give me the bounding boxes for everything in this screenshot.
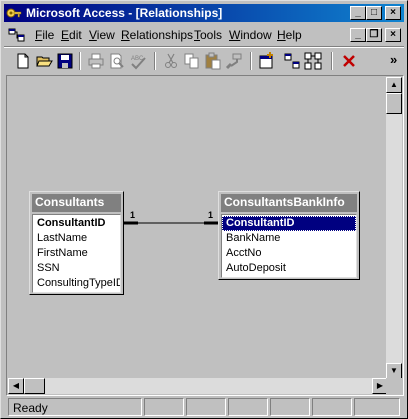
doc-close-button[interactable]: ×	[385, 28, 401, 42]
vertical-scroll-thumb[interactable]	[386, 93, 402, 114]
relationship-one-right: 1	[208, 210, 214, 220]
menu-relationships[interactable]: Relationships	[121, 28, 193, 42]
menu-help[interactable]: Help	[277, 28, 302, 42]
relationships-doc-icon[interactable]	[8, 27, 26, 43]
toolbar-separator	[79, 52, 81, 70]
menu-window[interactable]: Window	[229, 28, 272, 42]
field-list: ConsultantID BankName AcctNo AutoDeposit	[221, 214, 357, 278]
show-table-icon[interactable]	[258, 52, 276, 70]
field-item[interactable]: ConsultantID	[222, 216, 356, 231]
print-preview-icon[interactable]	[108, 52, 126, 70]
field-item[interactable]: ConsultantID	[33, 216, 120, 231]
toolbar-separator	[331, 52, 333, 70]
vertical-scrollbar[interactable]: ▲ ▼	[386, 77, 402, 379]
close-button[interactable]: ×	[385, 6, 401, 20]
field-item[interactable]: BankName	[222, 231, 356, 246]
relationships-workspace[interactable]: 1 1 Consultants ConsultantID LastName Fi…	[8, 77, 388, 379]
maximize-button[interactable]: □	[366, 6, 382, 20]
spelling-icon[interactable]: ABC	[129, 52, 147, 70]
status-panel	[228, 398, 268, 416]
status-text: Ready	[8, 398, 142, 416]
cut-icon[interactable]	[162, 52, 180, 70]
table-consultants[interactable]: Consultants ConsultantID LastName FirstN…	[29, 191, 124, 295]
show-direct-icon[interactable]	[283, 52, 301, 70]
title-bar[interactable]: Microsoft Access - [Relationships] _ □ ×	[4, 4, 404, 22]
menu-tools[interactable]: Tools	[194, 28, 222, 42]
copy-icon[interactable]	[183, 52, 201, 70]
field-item[interactable]: FirstName	[33, 246, 120, 261]
scrollbar-corner	[386, 378, 402, 394]
toolbar-separator	[154, 52, 156, 70]
horizontal-scroll-thumb[interactable]	[24, 378, 45, 394]
status-panel	[144, 398, 184, 416]
relationship-one-left: 1	[130, 210, 136, 220]
doc-restore-button[interactable]: ❐	[366, 28, 382, 42]
minimize-button[interactable]: _	[350, 6, 366, 20]
window-title: Microsoft Access - [Relationships]	[26, 6, 223, 20]
field-item[interactable]: LastName	[33, 231, 120, 246]
status-bar: Ready	[4, 398, 404, 416]
delete-icon[interactable]	[340, 52, 358, 70]
table-consultantsbankinfo[interactable]: ConsultantsBankInfo ConsultantID BankNam…	[218, 191, 360, 280]
status-panel	[312, 398, 352, 416]
access-key-icon	[6, 8, 22, 18]
open-icon[interactable]	[35, 52, 53, 70]
menu-bar: File Edit View Relationships Tools Windo…	[4, 24, 404, 46]
menu-edit[interactable]: Edit	[61, 28, 82, 42]
toolbar: ABC »	[4, 49, 404, 73]
table-title[interactable]: ConsultantsBankInfo	[221, 194, 357, 212]
scroll-left-button[interactable]: ◀	[8, 378, 24, 394]
status-panel	[354, 398, 400, 416]
format-painter-icon[interactable]	[225, 52, 243, 70]
toolbar-separator	[250, 52, 252, 70]
relationships-canvas: 1 1 Consultants ConsultantID LastName Fi…	[6, 75, 404, 396]
paste-icon[interactable]	[204, 52, 222, 70]
menu-separator	[4, 46, 404, 48]
menu-file[interactable]: File	[35, 28, 54, 42]
print-icon[interactable]	[87, 52, 105, 70]
field-item[interactable]: AutoDeposit	[222, 261, 356, 276]
save-icon[interactable]	[56, 52, 74, 70]
status-panel	[270, 398, 310, 416]
status-panel	[186, 398, 226, 416]
access-window: Microsoft Access - [Relationships] _ □ ×…	[0, 0, 408, 419]
horizontal-scrollbar[interactable]: ◀ ▶	[8, 378, 388, 394]
field-item[interactable]: SSN	[33, 261, 120, 276]
field-item[interactable]: AcctNo	[222, 246, 356, 261]
scroll-down-button[interactable]: ▼	[386, 363, 402, 379]
toolbar-overflow-icon[interactable]: »	[390, 52, 397, 67]
field-item[interactable]: ConsultingTypeID	[33, 276, 120, 291]
show-all-icon[interactable]	[304, 52, 322, 70]
table-title[interactable]: Consultants	[32, 194, 121, 212]
menu-view[interactable]: View	[89, 28, 115, 42]
scroll-up-button[interactable]: ▲	[386, 77, 402, 93]
doc-minimize-button[interactable]: _	[350, 28, 366, 42]
field-list: ConsultantID LastName FirstName SSN Cons…	[32, 214, 121, 293]
new-icon[interactable]	[14, 52, 32, 70]
